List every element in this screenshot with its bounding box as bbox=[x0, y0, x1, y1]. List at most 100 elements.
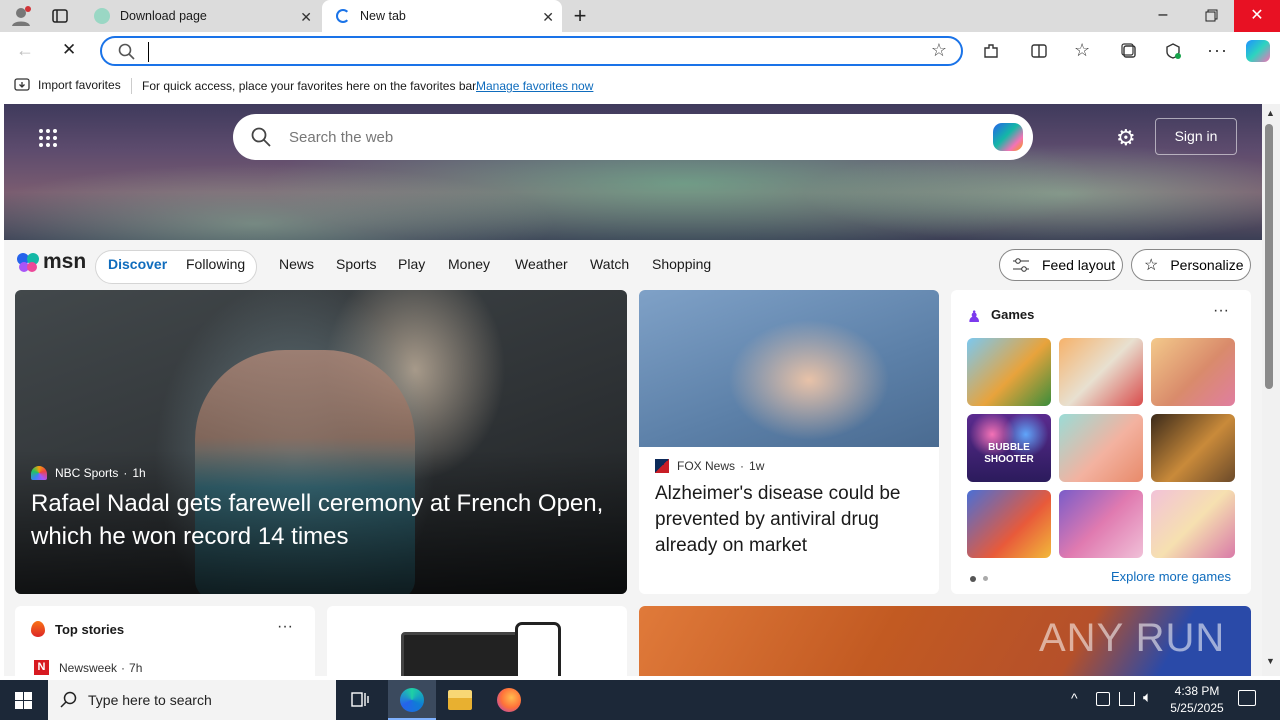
phone-illustration bbox=[515, 622, 561, 676]
start-button[interactable] bbox=[0, 680, 48, 720]
feed-layout-label: Feed layout bbox=[1042, 257, 1116, 273]
loading-icon bbox=[336, 9, 350, 23]
game-tile[interactable] bbox=[1151, 414, 1235, 482]
more-options-icon[interactable]: ··· bbox=[1213, 302, 1229, 320]
favorite-star-icon[interactable]: ☆ bbox=[931, 40, 947, 61]
msn-logo[interactable]: msn bbox=[16, 250, 86, 274]
story-headline[interactable]: Alzheimer's disease could be prevented b… bbox=[655, 481, 930, 559]
more-options-icon[interactable]: ··· bbox=[1207, 40, 1228, 61]
following-tab[interactable]: Following bbox=[186, 256, 245, 272]
story-time: 7h bbox=[129, 660, 143, 675]
address-bar[interactable]: ☆ bbox=[100, 36, 963, 66]
firefox-icon[interactable] bbox=[497, 688, 521, 712]
clock-date[interactable]: 5/25/2025 bbox=[1166, 701, 1228, 715]
taskbar-search-placeholder: Type here to search bbox=[88, 692, 212, 708]
favorites-message: For quick access, place your favorites h… bbox=[142, 79, 479, 93]
minimize-button[interactable]: – bbox=[1140, 0, 1186, 32]
favorites-bar: Import favorites For quick access, place… bbox=[0, 70, 1280, 102]
game-tile[interactable]: BUBBLE SHOOTER bbox=[967, 414, 1051, 482]
scroll-down-arrow[interactable]: ▼ bbox=[1266, 656, 1275, 666]
story-card[interactable]: FOX News · 1w Alzheimer's disease could … bbox=[639, 290, 939, 594]
feed-layout-button[interactable]: Feed layout bbox=[999, 249, 1123, 281]
notification-icon[interactable] bbox=[1238, 690, 1256, 706]
profile-icon[interactable] bbox=[10, 5, 32, 27]
stop-loading-icon[interactable]: ✕ bbox=[62, 40, 76, 60]
source-name: Newsweek bbox=[59, 660, 118, 675]
story-headline[interactable]: Rafael Nadal gets farewell ceremony at F… bbox=[31, 487, 621, 553]
taskbar-search-box[interactable]: Type here to search bbox=[48, 680, 336, 720]
copilot-icon[interactable] bbox=[993, 123, 1023, 151]
file-explorer-icon[interactable] bbox=[448, 690, 472, 710]
personalize-button[interactable]: ☆ Personalize bbox=[1131, 249, 1251, 281]
laptop-illustration bbox=[401, 632, 521, 676]
video-card[interactable]: ANY RUN bbox=[639, 606, 1251, 676]
discover-tab[interactable]: Discover bbox=[108, 256, 167, 272]
sign-in-button[interactable]: Sign in bbox=[1155, 118, 1237, 155]
favorites-icon[interactable]: ☆ bbox=[1074, 40, 1090, 61]
tab-actions-icon[interactable] bbox=[52, 8, 68, 24]
apps-launcher-icon[interactable] bbox=[38, 128, 58, 148]
collections-icon[interactable] bbox=[1120, 42, 1138, 60]
import-favorites-button[interactable]: Import favorites bbox=[14, 78, 121, 92]
game-tile[interactable] bbox=[1151, 338, 1235, 406]
new-tab-button[interactable]: + bbox=[568, 4, 592, 28]
edge-taskbar-icon[interactable] bbox=[388, 680, 436, 720]
games-title: Games bbox=[991, 307, 1035, 322]
web-search-box[interactable]: Search the web bbox=[233, 114, 1033, 160]
manage-favorites-link[interactable]: Manage favorites now bbox=[476, 79, 593, 93]
game-tile[interactable] bbox=[1059, 414, 1143, 482]
nav-sports[interactable]: Sports bbox=[336, 256, 376, 272]
split-screen-icon[interactable] bbox=[1030, 42, 1048, 60]
game-tile[interactable] bbox=[967, 490, 1051, 558]
close-tab-icon[interactable]: ✕ bbox=[300, 9, 312, 26]
story-time: 1h bbox=[132, 466, 146, 480]
game-tile[interactable] bbox=[1059, 490, 1143, 558]
explore-more-games-link[interactable]: Explore more games bbox=[1111, 569, 1231, 584]
nav-shopping[interactable]: Shopping bbox=[652, 256, 711, 272]
more-options-icon[interactable]: ··· bbox=[277, 618, 293, 636]
globe-icon bbox=[94, 8, 110, 24]
msn-butterfly-icon bbox=[17, 253, 39, 272]
promo-card[interactable] bbox=[327, 606, 627, 676]
show-hidden-icons-icon[interactable]: ^ bbox=[1071, 690, 1078, 706]
task-view-icon[interactable] bbox=[350, 690, 370, 710]
carousel-dot-active[interactable] bbox=[970, 576, 976, 582]
carousel-dot[interactable] bbox=[983, 576, 988, 581]
nbc-peacock-icon bbox=[31, 466, 47, 480]
nav-weather[interactable]: Weather bbox=[515, 256, 568, 272]
nav-play[interactable]: Play bbox=[398, 256, 425, 272]
close-window-button[interactable]: ✕ bbox=[1234, 0, 1280, 32]
scroll-thumb[interactable] bbox=[1265, 124, 1273, 389]
import-favorites-label: Import favorites bbox=[38, 78, 121, 92]
settings-gear-icon[interactable]: ⚙ bbox=[1116, 125, 1136, 151]
back-icon[interactable]: ← bbox=[16, 40, 34, 61]
source-row: N Newsweek · 7h bbox=[34, 660, 142, 675]
tray-device-icon[interactable] bbox=[1096, 692, 1110, 706]
address-input[interactable] bbox=[148, 42, 908, 62]
tab-download-page[interactable]: Download page ✕ bbox=[84, 0, 320, 32]
copilot-icon[interactable] bbox=[1246, 40, 1270, 62]
page-scrollbar[interactable]: ▲ ▼ bbox=[1262, 104, 1280, 676]
game-tile[interactable] bbox=[967, 338, 1051, 406]
clock-time[interactable]: 4:38 PM bbox=[1174, 684, 1220, 698]
nav-money[interactable]: Money bbox=[448, 256, 490, 272]
tab-new-tab[interactable]: New tab ✕ bbox=[322, 0, 562, 32]
web-search-placeholder: Search the web bbox=[289, 129, 394, 146]
close-tab-icon[interactable]: ✕ bbox=[542, 9, 554, 26]
scroll-up-arrow[interactable]: ▲ bbox=[1266, 108, 1275, 118]
game-tile[interactable] bbox=[1059, 338, 1143, 406]
new-tab-page: Search the web ⚙ Sign in msn Discover Fo… bbox=[4, 104, 1262, 676]
extensions-icon[interactable] bbox=[982, 42, 1000, 60]
nav-watch[interactable]: Watch bbox=[590, 256, 629, 272]
nav-news[interactable]: News bbox=[279, 256, 314, 272]
story-time: 1w bbox=[749, 459, 765, 473]
hero-story-card[interactable]: NBC Sports · 1h Rafael Nadal gets farewe… bbox=[15, 290, 627, 594]
taskbar: Type here to search ^ 🔈︎ 4:38 PM 5/25/20… bbox=[0, 680, 1280, 720]
network-icon[interactable] bbox=[1119, 692, 1135, 706]
restore-button[interactable] bbox=[1188, 0, 1234, 32]
game-tile[interactable] bbox=[1151, 490, 1235, 558]
volume-icon[interactable]: 🔈︎ bbox=[1143, 689, 1152, 706]
separator-dot: · bbox=[123, 466, 128, 480]
games-icon: ♟ bbox=[967, 309, 982, 326]
browser-essentials-icon[interactable] bbox=[1164, 42, 1182, 60]
